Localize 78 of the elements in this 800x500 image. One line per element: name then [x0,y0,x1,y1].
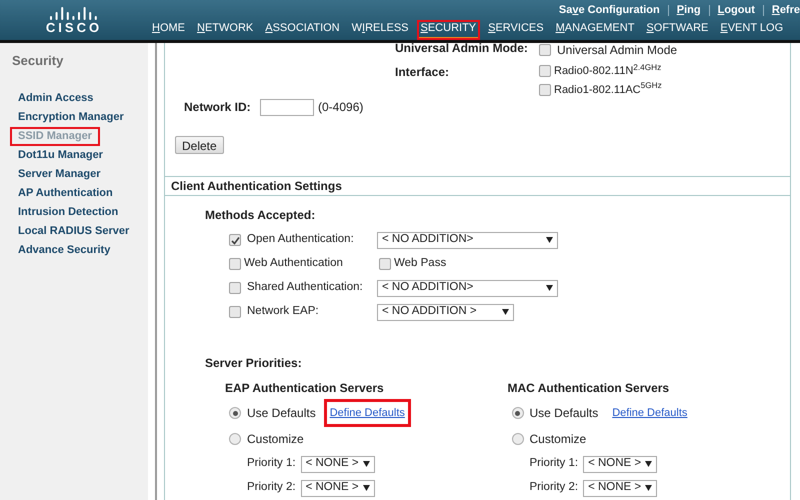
header-link[interactable]: Refre [772,2,800,18]
sidebar-item[interactable]: Intrusion Detection [10,202,126,222]
radio-button[interactable] [229,407,241,419]
nav-tab[interactable]: SERVICES [484,20,548,40]
checkbox[interactable] [539,65,551,78]
header-link[interactable]: Save Configuration [558,2,660,18]
caret-icon [502,309,509,315]
option-label: Open Authentication: [247,232,354,248]
option-label: Web Authentication [244,256,343,272]
logo-bars-icon [49,6,99,20]
sidebar-item[interactable]: Dot11u Manager [10,146,111,164]
option-label: Radio0-802.11N$^{2.4GHz}$ [554,63,662,79]
group-title: Methods Accepted: [205,207,316,224]
delete-button[interactable]: Delete [175,136,224,154]
field-label: Interface: [395,64,450,81]
caret-icon [645,461,652,467]
method-select[interactable]: < NO ADDITION> [377,232,558,248]
sidebar-item[interactable]: Server Manager [10,164,109,184]
logo: CISCO [46,20,102,36]
define-defaults-link[interactable]: Define Defaults [324,398,411,428]
server-group-title: MAC Authentication Servers [508,380,670,397]
option-label: Shared Authentication: [247,280,363,296]
priority-select[interactable]: < NONE > [583,480,658,496]
checkbox[interactable] [229,234,241,246]
priority-select[interactable]: < NONE > [300,456,375,472]
method-select[interactable]: < NO ADDITION> [377,280,558,296]
sidebar-item[interactable]: Advance Security [10,240,118,260]
sidebar-item[interactable]: Local RADIUS Server [10,222,138,240]
network-id-field[interactable] [260,98,314,116]
section-title: Client Authentication Settings [171,178,342,195]
sidebar-item[interactable]: Admin Access [10,88,102,108]
nav-tab[interactable]: WIRELESS [348,20,412,40]
nav-tab[interactable]: SOFTWARE [642,20,712,40]
field-label: Network ID: [184,99,252,116]
sidebar-item[interactable]: Encryption Manager [10,108,132,126]
radio-button[interactable] [512,407,524,419]
priority-select[interactable]: < NONE > [300,480,375,496]
radio-button[interactable] [512,433,524,445]
radio-button[interactable] [229,433,241,445]
checkbox[interactable] [229,306,241,318]
caret-icon [645,485,652,491]
option-label: Customize [530,431,586,448]
range-hint: (0-4096) [318,99,364,116]
option-label: Use Defaults [530,405,598,422]
option-label: Customize [247,431,304,448]
caret-icon [362,461,370,467]
priority-label: Priority 2: [247,480,296,496]
group-title: Server Priorities: [205,355,303,372]
priority-label: Priority 2: [530,480,578,496]
nav-tab[interactable]: EVENT LOG [716,20,788,40]
caret-icon [546,237,553,243]
nav-tab[interactable]: HOME [148,20,190,40]
checkbox[interactable] [229,282,241,294]
nav-tab[interactable]: ASSOCIATION [261,20,344,40]
method-select[interactable]: < NO ADDITION > [377,304,514,320]
header-link[interactable]: Logout [718,2,755,18]
field-label: Universal Admin Mode: [395,40,529,57]
priority-label: Priority 1: [530,456,578,472]
caret-icon [362,485,370,491]
priority-select[interactable]: < NONE > [583,456,658,472]
option-label: Web Pass [394,256,446,272]
option-label: Universal Admin Mode [557,42,678,59]
priority-label: Priority 1: [247,456,296,472]
sidebar-title: Security [12,52,64,70]
checkbox[interactable] [229,258,241,270]
caret-icon [546,285,553,291]
nav-tab[interactable]: NETWORK [193,20,258,40]
checkbox[interactable] [539,44,551,56]
define-defaults-link[interactable]: Define Defaults [606,398,694,428]
option-label: Radio1-802.11AC$^{5GHz}$ [554,82,662,98]
checkbox[interactable] [539,84,551,96]
nav-tab[interactable]: MANAGEMENT [552,20,638,40]
option-label: Use Defaults [247,405,316,422]
sidebar-item[interactable]: AP Authentication [10,184,121,202]
option-label: Network EAP: [247,304,319,320]
header-link[interactable]: Ping [676,2,701,18]
checkbox[interactable] [379,258,391,270]
server-group-title: EAP Authentication Servers [225,380,385,397]
